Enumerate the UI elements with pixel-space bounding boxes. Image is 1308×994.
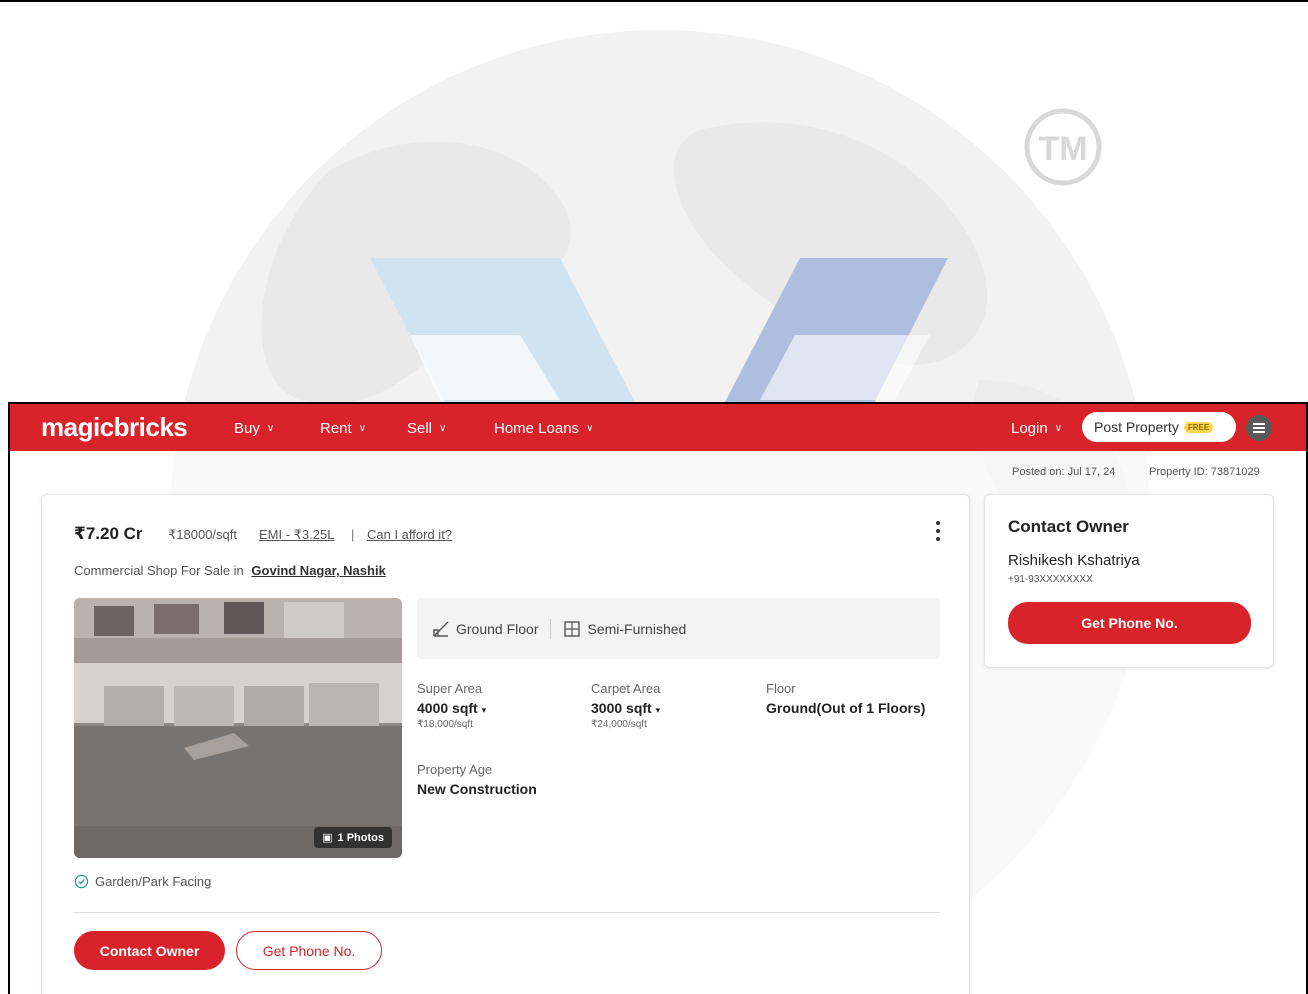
more-options-icon[interactable] (930, 519, 946, 543)
super-area-label: Super Area (417, 681, 483, 696)
top-rule (0, 0, 1308, 2)
posted-on: Posted on: Jul 17, 24 (1012, 466, 1116, 478)
gallery-icon: ▣ (322, 832, 333, 844)
caret-down-icon: ▾ (655, 705, 661, 715)
feature-label: Garden/Park Facing (95, 874, 212, 889)
owner-phone: +91-93XXXXXXXX (1008, 574, 1093, 585)
summary-tags: Ground Floor Semi-Furnished (417, 598, 940, 659)
stairs-icon (433, 621, 449, 637)
super-area-rate: ₹18,000/sqft (417, 719, 473, 730)
tag-furnishing: Semi-Furnished (563, 620, 686, 638)
carpet-area-rate: ₹24,000/sqft (591, 719, 647, 730)
attr-property-age: Property Age New Construction (417, 762, 537, 797)
caret-down-icon: ▾ (481, 705, 487, 715)
nav-sell[interactable]: Sell ∨ (407, 420, 446, 437)
super-area-value-row[interactable]: 4000 sqft ▾ (417, 700, 486, 716)
property-photo[interactable]: ▣ 1 Photos (74, 598, 402, 858)
nav-rent[interactable]: Rent ∨ (320, 420, 366, 437)
nav-buy-label: Buy (234, 420, 260, 437)
property-card: ₹7.20 Cr ₹18000/sqft EMI - ₹3.25L | Can … (41, 494, 970, 994)
chevron-down-icon: ∨ (266, 423, 275, 434)
photo-count-label: 1 Photos (337, 831, 384, 844)
subtitle-prefix: Commercial Shop For Sale in (74, 563, 244, 578)
login-button[interactable]: Login ∨ (1011, 420, 1062, 437)
listing-subtitle: Commercial Shop For Sale in Govind Nagar… (74, 563, 386, 578)
chevron-down-icon: ∨ (1054, 423, 1063, 434)
carpet-area-value: 3000 sqft (591, 700, 652, 716)
tm-circle (1024, 108, 1102, 186)
attr-carpet-area: Carpet Area 3000 sqft ▾ ₹24,000/sqft (591, 681, 660, 730)
check-circle-icon (74, 874, 89, 889)
carpet-area-value-row[interactable]: 3000 sqft ▾ (591, 700, 660, 716)
wardrobe-icon (564, 620, 581, 637)
property-age-label: Property Age (417, 762, 493, 777)
navbar: magicbricks Buy ∨ Rent ∨ Sell ∨ Home Loa… (10, 404, 1306, 451)
tm-text: TM (1038, 130, 1087, 168)
free-badge: FREE (1183, 421, 1214, 433)
nav-home-loans[interactable]: Home Loans ∨ (494, 420, 593, 437)
feature-item: Garden/Park Facing (74, 874, 211, 889)
afford-link[interactable]: Can I afford it? (367, 527, 452, 542)
emi-link[interactable]: EMI - ₹3.25L (259, 527, 334, 543)
contact-owner-title: Contact Owner (1008, 517, 1129, 536)
owner-name: Rishikesh Kshatriya (1008, 552, 1140, 569)
hamburger-icon (1253, 427, 1265, 429)
contact-owner-card: Contact Owner Rishikesh Kshatriya +91-93… (984, 494, 1274, 668)
super-area-value: 4000 sqft (417, 700, 478, 716)
attr-super-area: Super Area 4000 sqft ▾ ₹18,000/sqft (417, 681, 486, 730)
carpet-area-label: Carpet Area (591, 681, 661, 696)
tag-floor-label: Ground Floor (456, 620, 539, 637)
post-property-button[interactable]: Post Property FREE (1082, 412, 1236, 442)
get-phone-button[interactable]: Get Phone No. (236, 931, 382, 970)
magicbricks-logo[interactable]: magicbricks (41, 412, 188, 443)
nav-sell-label: Sell (407, 420, 433, 437)
screenshot-frame: magicbricks Buy ∨ Rent ∨ Sell ∨ Home Loa… (8, 402, 1308, 994)
chevron-down-icon: ∨ (586, 423, 594, 434)
property-id: Property ID: 73871029 (1149, 466, 1260, 478)
nav-buy[interactable]: Buy ∨ (234, 420, 274, 437)
property-age-value: New Construction (417, 781, 537, 797)
location-link[interactable]: Govind Nagar, Nashik (251, 563, 385, 578)
tag-floor: Ground Floor (432, 620, 538, 638)
nav-home-loans-label: Home Loans (494, 420, 580, 437)
hamburger-menu-button[interactable] (1246, 415, 1272, 441)
separator: | (351, 527, 355, 542)
price-per-sqft: ₹18000/sqft (168, 527, 237, 542)
sidebar-get-phone-button[interactable]: Get Phone No. (1008, 602, 1251, 644)
nav-rent-label: Rent (320, 420, 352, 437)
property-photo-image (74, 598, 402, 858)
photo-count-badge[interactable]: ▣ 1 Photos (314, 827, 392, 848)
divider (74, 912, 940, 913)
tag-furnishing-label: Semi-Furnished (587, 620, 687, 637)
floor-label: Floor (766, 681, 796, 696)
login-label: Login (1011, 420, 1048, 437)
chevron-down-icon: ∨ (439, 423, 447, 434)
price: ₹7.20 Cr (74, 524, 143, 543)
tag-divider (550, 618, 552, 639)
chevron-down-icon: ∨ (358, 423, 367, 434)
floor-value: Ground(Out of 1 Floors) (766, 700, 926, 716)
post-property-label: Post Property (1094, 419, 1179, 435)
attr-floor: Floor Ground(Out of 1 Floors) (766, 681, 925, 716)
contact-owner-button[interactable]: Contact Owner (74, 931, 225, 970)
